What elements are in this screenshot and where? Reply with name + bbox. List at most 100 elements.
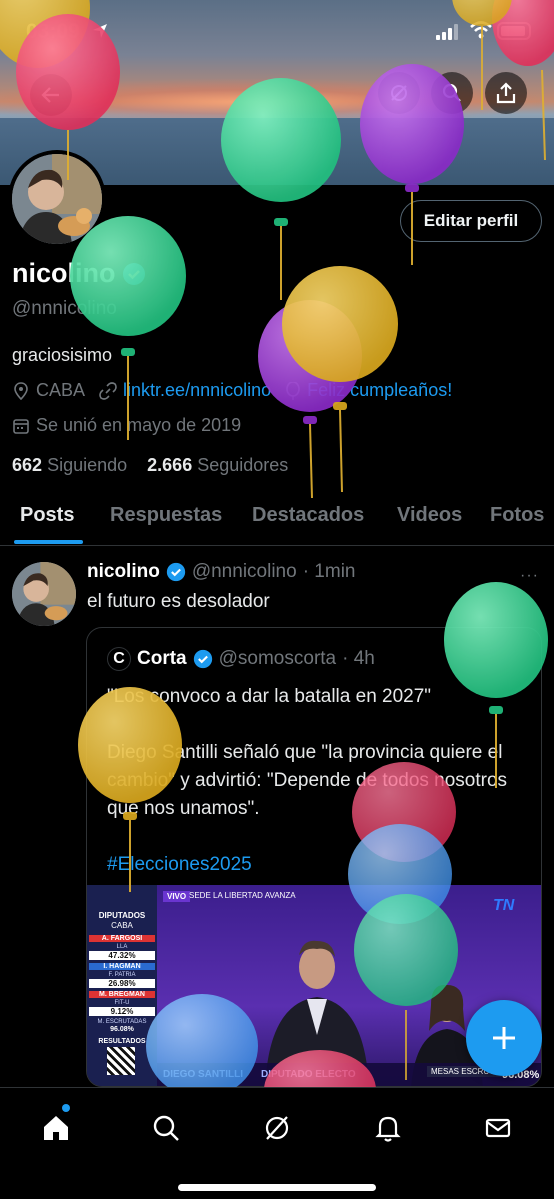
link-item[interactable]: linktr.ee/nnnicolino	[99, 380, 271, 401]
active-tab-indicator	[14, 540, 83, 544]
edit-profile-button[interactable]: Editar perfil	[400, 200, 542, 242]
balloon-icon	[286, 381, 300, 400]
search-icon	[153, 1115, 179, 1141]
nav-messages[interactable]	[478, 1108, 518, 1148]
lower-name: DIEGO SANTILLI	[163, 1069, 243, 1080]
followers-count: 2.666	[147, 455, 193, 475]
grok-icon	[391, 85, 407, 101]
more-options-icon[interactable]: ···	[520, 567, 539, 585]
joined-row: Se unió en mayo de 2019	[12, 415, 241, 436]
quote-author-name: Corta	[137, 648, 187, 669]
profile-name: nicolino	[12, 258, 116, 288]
quote-body: "Los convoco a dar la batalla en 2027" D…	[107, 683, 527, 907]
avatar	[12, 154, 102, 244]
search-icon	[442, 83, 461, 102]
qr-code	[107, 1047, 135, 1075]
following-link[interactable]: 662 Siguiendo	[12, 455, 127, 475]
profile-avatar[interactable]	[8, 150, 106, 248]
lower-role: DIPUTADO ELECTO	[261, 1069, 356, 1080]
nav-search[interactable]	[146, 1108, 186, 1148]
nav-home[interactable]	[36, 1108, 76, 1148]
birthday-item[interactable]: Feliz cumpleaños!	[285, 380, 452, 401]
notification-dot	[62, 1104, 70, 1112]
side-title: DIPUTADOS	[98, 911, 146, 920]
post-avatar[interactable]	[12, 562, 76, 626]
quote-hashtag[interactable]: #Elecciones2025	[107, 851, 527, 879]
candidate-3-party: FIT-U	[114, 1000, 130, 1006]
status-bar: 03:09	[0, 0, 554, 64]
quote-line-2: Diego Santilli señaló que "la provincia …	[107, 742, 508, 819]
back-button[interactable]	[30, 74, 72, 116]
candidate-3-pct: 9.12%	[89, 1007, 155, 1016]
location-text: CABA	[36, 380, 86, 400]
mail-icon	[485, 1118, 511, 1138]
side-sub: CABA	[111, 921, 133, 930]
home-icon	[44, 1116, 68, 1140]
battery-icon	[497, 22, 531, 40]
nav-grok[interactable]	[257, 1108, 297, 1148]
post-author-name[interactable]: nicolino	[87, 561, 160, 583]
share-icon	[496, 82, 516, 104]
profile-link[interactable]: linktr.ee/nnnicolino	[123, 380, 271, 401]
home-indicator	[178, 1184, 376, 1191]
location-item: CABA	[12, 380, 85, 401]
back-icon	[41, 87, 59, 103]
post[interactable]: nicolino @nnnicolino · 1min ··· el futur…	[0, 547, 554, 1087]
verified-badge-icon	[166, 562, 185, 582]
nav-notifications[interactable]	[368, 1108, 408, 1148]
verified-badge-icon[interactable]	[122, 262, 146, 286]
bottom-navigation	[0, 1087, 554, 1199]
balloon-yellow-mid	[282, 266, 398, 493]
signal-icon	[436, 24, 458, 40]
location-arrow-icon	[93, 24, 107, 38]
following-count: 662	[12, 455, 43, 475]
tab-destacados[interactable]: Destacados	[252, 504, 364, 527]
quote-line-1: "Los convoco a dar la batalla en 2027"	[107, 686, 432, 707]
results-sidebar: DIPUTADOS CABA A. FARGOSI LLA 47.32% I. …	[87, 885, 157, 1086]
grok-button[interactable]	[378, 72, 420, 114]
followers-label: Seguidores	[197, 455, 289, 475]
post-author-handle[interactable]: @nnnicolino	[192, 561, 297, 583]
tab-videos[interactable]: Videos	[397, 504, 462, 527]
candidate-1-party: LLA	[116, 944, 128, 950]
results-label: RESULTADOS	[98, 1038, 146, 1045]
profile-handle: @nnnicolino	[12, 298, 117, 319]
followers-link[interactable]: 2.666 Seguidores	[147, 455, 288, 475]
quote-author-handle: @somoscorta	[218, 648, 337, 669]
wifi-icon	[470, 21, 492, 39]
quote-time: · 4h	[342, 648, 375, 669]
candidate-2-pct: 26.98%	[89, 979, 155, 988]
profile-meta: CABA linktr.ee/nnnicolino Feliz cumpleañ…	[12, 380, 466, 401]
following-label: Siguiendo	[47, 455, 128, 475]
grok-icon	[265, 1116, 289, 1140]
search-button[interactable]	[431, 72, 473, 114]
post-text: el futuro es desolador	[87, 591, 270, 612]
location-pin-icon	[14, 381, 28, 400]
compose-post-button[interactable]	[466, 1000, 542, 1076]
venue-label: SEDE LA LIBERTAD AVANZA	[189, 891, 296, 900]
quote-avatar: C	[107, 647, 131, 671]
bell-icon	[375, 1116, 401, 1142]
status-time: 03:09	[26, 20, 80, 43]
birthday-text[interactable]: Feliz cumpleaños!	[307, 380, 452, 401]
candidate-3-name: M. BREGMAN	[89, 991, 155, 998]
verified-badge-icon	[193, 649, 212, 669]
candidate-1-name: A. FARGOSI	[89, 935, 155, 942]
scrutiny-label: M. ESCRUTADAS	[97, 1019, 147, 1025]
tab-posts[interactable]: Posts	[20, 504, 74, 527]
follow-counts: 662 Siguiendo 2.666 Seguidores	[12, 455, 288, 476]
plus-icon	[493, 1027, 515, 1049]
joined-text: Se unió en mayo de 2019	[36, 415, 242, 435]
balloon-green-left	[70, 216, 186, 440]
share-button[interactable]	[485, 72, 527, 114]
candidate-1-pct: 47.32%	[89, 951, 155, 960]
tab-respuestas[interactable]: Respuestas	[110, 504, 222, 527]
calendar-icon	[13, 418, 29, 434]
quote-header: C Corta @somoscorta · 4h	[107, 647, 375, 671]
channel-logo: TN	[493, 897, 515, 914]
profile-bio: graciosisimo	[12, 345, 113, 365]
scrutiny-value: 96.08%	[110, 1026, 134, 1033]
tab-fotos[interactable]: Fotos	[490, 504, 544, 527]
candidate-2-name: I. HAGMAN	[89, 963, 155, 970]
post-time: · 1min	[302, 561, 356, 582]
